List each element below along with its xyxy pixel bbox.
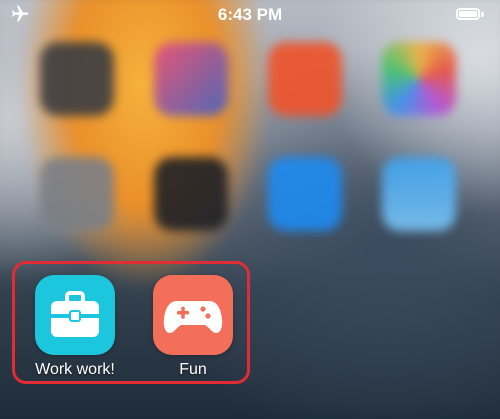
app-label-fun: Fun	[179, 361, 207, 378]
brave-browser-icon	[268, 42, 342, 116]
feedback-icon	[154, 42, 228, 116]
status-bar: 6:43 PM	[0, 0, 500, 30]
app-work-work[interactable]: Work work!	[23, 275, 127, 379]
camera-icon	[40, 42, 114, 116]
briefcase-icon[interactable]	[35, 275, 115, 355]
app-store-icon	[268, 157, 342, 231]
settings-icon	[40, 157, 114, 231]
magnifier-icon	[154, 157, 228, 231]
briefcase-glyph	[51, 291, 99, 337]
weather-icon	[382, 157, 456, 231]
controller-glyph	[163, 301, 223, 333]
battery-icon	[456, 8, 480, 20]
app-fun[interactable]: Fun	[141, 275, 245, 379]
battery-cap	[481, 12, 484, 17]
photos-icon	[382, 42, 456, 116]
status-time: 6:43 PM	[217, 5, 283, 24]
game-controller-icon[interactable]	[153, 275, 233, 355]
app-label-work-work: Work work!	[35, 361, 115, 378]
